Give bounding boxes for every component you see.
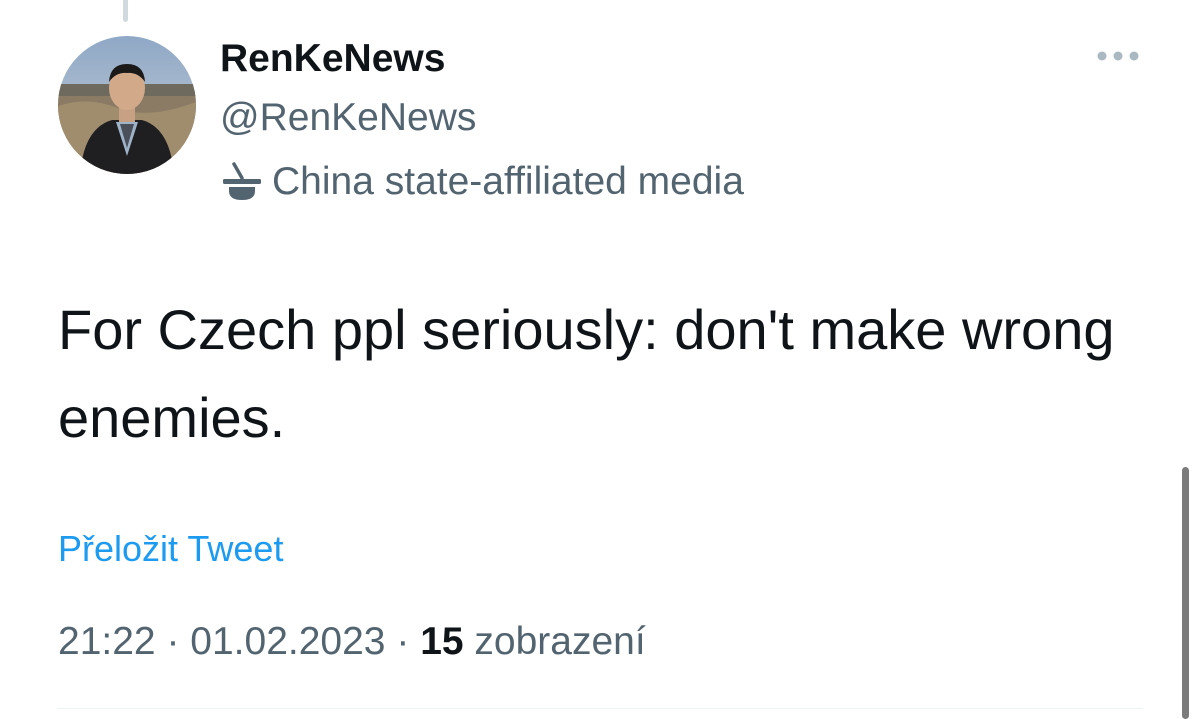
- tweet-date[interactable]: 01.02.2023: [190, 620, 385, 663]
- more-options-button[interactable]: [1090, 42, 1146, 70]
- translate-tweet-link[interactable]: Přeložit Tweet: [58, 527, 283, 571]
- avatar-photo: [58, 36, 196, 174]
- views-label: zobrazení: [474, 620, 646, 663]
- tweet-text: For Czech ppl seriously: don't make wron…: [58, 298, 1115, 449]
- state-media-label-text: China state-affiliated media: [272, 160, 744, 203]
- author-handle[interactable]: @RenKeNews: [220, 95, 476, 141]
- views-count: 15: [420, 620, 464, 663]
- more-options-icon: [1097, 51, 1139, 61]
- avatar[interactable]: [58, 36, 196, 174]
- thread-connector-line: [123, 0, 128, 22]
- tweet-time[interactable]: 21:22: [58, 620, 156, 663]
- divider: [58, 708, 1142, 709]
- scrollbar-thumb[interactable]: [1182, 467, 1189, 719]
- tweet-metadata: 21:22 · 01.02.2023 · 15 zobrazení: [58, 618, 646, 666]
- meta-separator: ·: [396, 620, 410, 663]
- author-display-name[interactable]: RenKeNews: [220, 36, 445, 82]
- tweet-detail: RenKeNews @RenKeNews China state-affilia…: [0, 0, 1200, 719]
- state-media-icon: [223, 162, 261, 200]
- meta-separator: ·: [166, 620, 180, 663]
- state-media-label[interactable]: China state-affiliated media: [220, 159, 744, 205]
